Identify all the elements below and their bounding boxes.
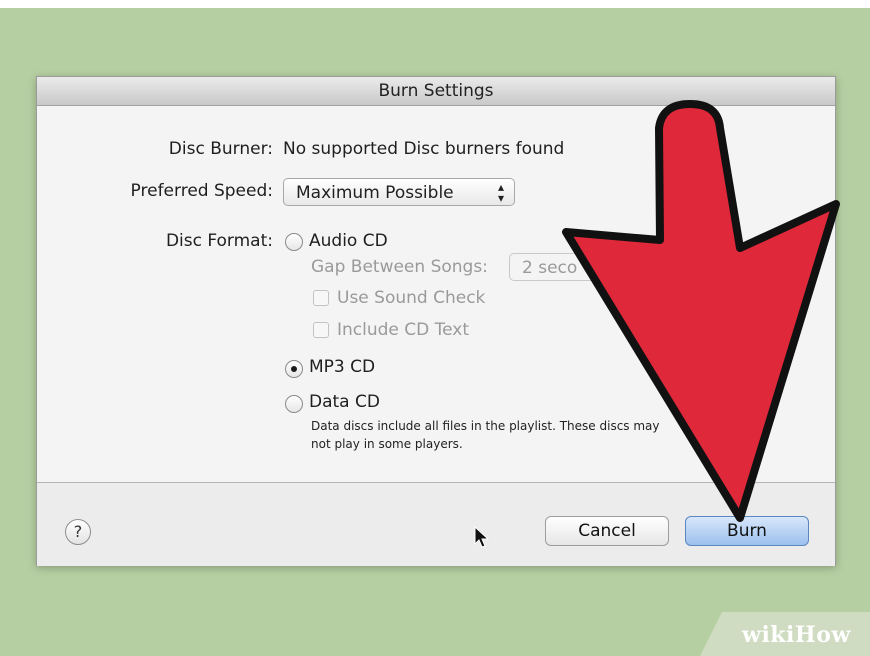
wikihow-watermark: wikiHow	[742, 622, 851, 648]
watermark-wiki: wiki	[742, 622, 795, 648]
red-arrow-overlay	[562, 100, 840, 522]
red-arrow-icon	[562, 100, 840, 522]
watermark-how: How	[794, 622, 851, 648]
